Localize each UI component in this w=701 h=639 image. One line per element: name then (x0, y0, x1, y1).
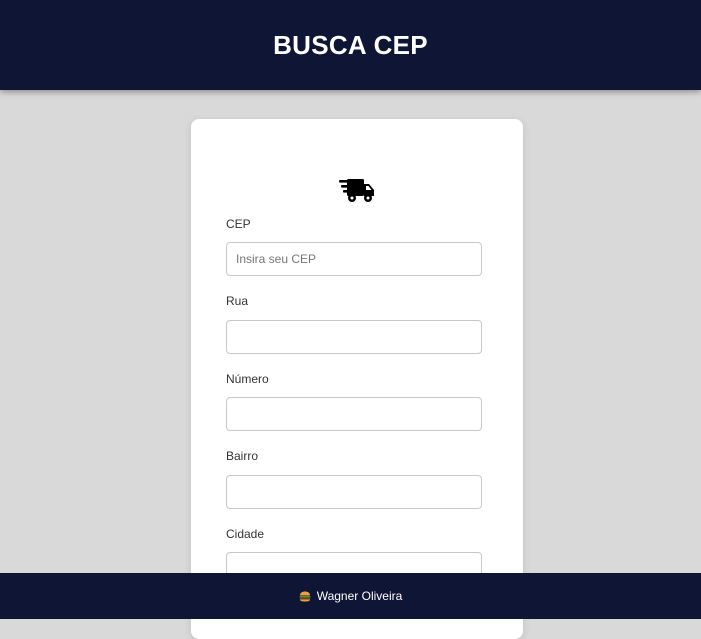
rua-input[interactable] (226, 320, 482, 354)
bairro-input[interactable] (226, 475, 482, 509)
burger-icon (299, 591, 311, 601)
cep-form-card: CEP Rua Número Bairro Cidade (191, 119, 523, 639)
cidade-label: Cidade (226, 527, 265, 541)
bairro-label: Bairro (226, 449, 259, 463)
footer-author: Wagner Oliveira (316, 589, 403, 603)
truck-icon (339, 179, 374, 202)
numero-label: Número (226, 372, 269, 386)
cep-input[interactable] (226, 242, 482, 276)
numero-input[interactable] (226, 397, 482, 431)
rua-label: Rua (226, 294, 249, 308)
page-header: BUSCA CEP (0, 0, 701, 90)
cep-label: CEP (226, 217, 251, 231)
page-title: BUSCA CEP (273, 29, 428, 60)
page-footer: Wagner Oliveira (0, 573, 701, 619)
